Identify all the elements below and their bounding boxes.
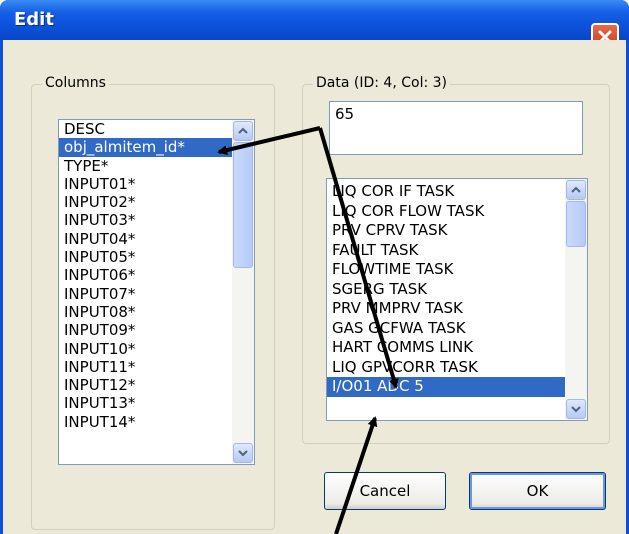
data-option-item[interactable]: PRV MMPRV TASK — [327, 299, 587, 319]
data-option-item[interactable]: SGERG TASK — [327, 280, 587, 300]
columns-scroll-thumb[interactable] — [233, 142, 253, 268]
column-list-item[interactable]: INPUT09* — [59, 321, 254, 339]
column-list-item[interactable]: INPUT07* — [59, 285, 254, 303]
column-list-item[interactable]: INPUT13* — [59, 394, 254, 412]
columns-scroll-down-button[interactable] — [233, 443, 253, 463]
data-scroll-up-button[interactable] — [566, 180, 586, 200]
data-group: Data (ID: 4, Col: 3) 65 LIQ COR IF TASK L… — [302, 75, 610, 444]
ok-button[interactable]: OK — [469, 472, 606, 510]
data-option-item[interactable]: FLOWTIME TASK — [327, 260, 587, 280]
data-scrollbar[interactable] — [565, 179, 587, 420]
columns-listbox[interactable]: DESC obj_almitem_id* TYPE* INPUT01* INPUT02*… — [58, 119, 255, 465]
column-list-item[interactable]: INPUT12* — [59, 376, 254, 394]
column-list-item[interactable]: INPUT14* — [59, 413, 254, 431]
data-value-field[interactable]: 65 — [329, 101, 583, 155]
window-title: Edit — [14, 9, 54, 30]
column-list-item[interactable]: DESC — [59, 120, 254, 138]
data-option-item[interactable]: I/O01 ADC 5 — [327, 377, 587, 397]
columns-scroll-up-button[interactable] — [233, 121, 253, 141]
column-list-item[interactable]: INPUT02* — [59, 193, 254, 211]
columns-group-label: Columns — [42, 75, 109, 91]
scroll-up-arrow-icon — [571, 186, 581, 193]
scroll-up-arrow-icon — [238, 127, 248, 134]
column-list-item[interactable]: INPUT11* — [59, 358, 254, 376]
column-list-item[interactable]: INPUT06* — [59, 266, 254, 284]
data-option-item[interactable]: LIQ COR FLOW TASK — [327, 202, 587, 222]
data-option-item[interactable]: PRV CPRV TASK — [327, 221, 587, 241]
scroll-down-arrow-icon — [238, 450, 248, 457]
data-scroll-down-button[interactable] — [566, 399, 586, 419]
data-option-item[interactable]: FAULT TASK — [327, 241, 587, 261]
title-bar[interactable]: Edit — [0, 0, 629, 51]
data-scroll-thumb[interactable] — [566, 201, 586, 247]
column-list-item[interactable]: TYPE* — [59, 157, 254, 175]
data-options-list: LIQ COR IF TASK LIQ COR FLOW TASK PRV CPRV… — [327, 179, 587, 397]
data-option-item[interactable]: HART COMMS LINK — [327, 338, 587, 358]
columns-group: Columns DESC obj_almitem_id* TYPE* INPUT01*… — [31, 75, 275, 530]
column-list-item[interactable]: obj_almitem_id* — [59, 138, 254, 157]
data-option-item[interactable]: LIQ GPVCORR TASK — [327, 358, 587, 378]
edit-dialog: Edit Columns DESC obj_almitem_id* TYPE* INP… — [0, 0, 629, 534]
column-list-item[interactable]: INPUT08* — [59, 303, 254, 321]
columns-scrollbar[interactable] — [232, 120, 254, 464]
data-group-label: Data (ID: 4, Col: 3) — [313, 75, 450, 91]
column-list-item[interactable]: INPUT10* — [59, 340, 254, 358]
column-list-item[interactable]: INPUT01* — [59, 175, 254, 193]
column-list-item[interactable]: INPUT05* — [59, 248, 254, 266]
columns-list: DESC obj_almitem_id* TYPE* INPUT01* INPUT02*… — [59, 120, 254, 431]
dialog-body: Columns DESC obj_almitem_id* TYPE* INPUT01*… — [3, 40, 626, 534]
data-option-item[interactable]: LIQ COR IF TASK — [327, 182, 587, 202]
data-value-text: 65 — [335, 105, 355, 123]
cancel-button[interactable]: Cancel — [324, 472, 446, 510]
scroll-down-arrow-icon — [571, 406, 581, 413]
data-options-listbox[interactable]: LIQ COR IF TASK LIQ COR FLOW TASK PRV CPRV… — [326, 178, 588, 421]
column-list-item[interactable]: INPUT03* — [59, 211, 254, 229]
data-option-item[interactable]: GAS GCFWA TASK — [327, 319, 587, 339]
column-list-item[interactable]: INPUT04* — [59, 230, 254, 248]
